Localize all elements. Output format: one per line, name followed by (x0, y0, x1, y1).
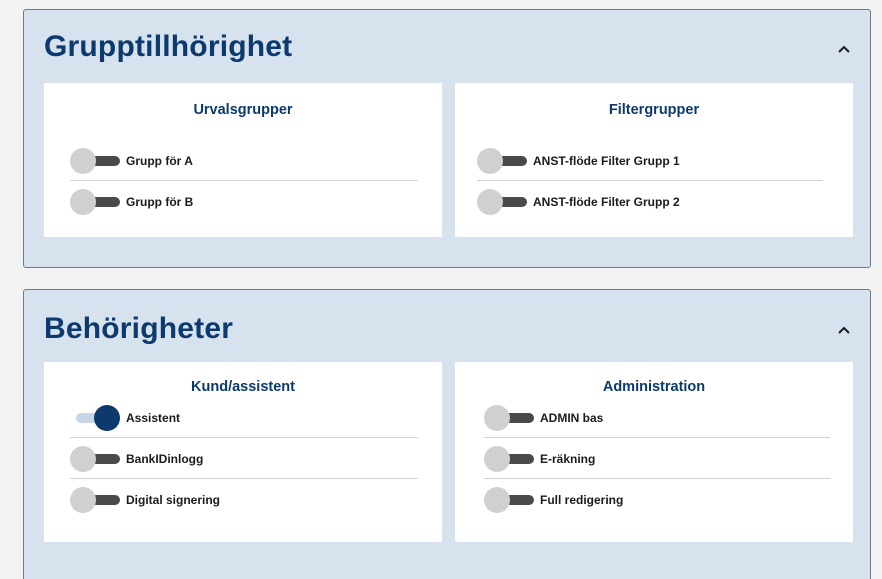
admin-bas-toggle[interactable] (484, 404, 540, 431)
toggle-label: Grupp för A (126, 153, 193, 168)
toggle-row-grupp-a: Grupp för A (70, 141, 418, 181)
bankidinlogg-toggle[interactable] (70, 445, 126, 472)
customer-assistant-title: Kund/assistent (191, 379, 295, 395)
toggle-row-grupp-b: Grupp för B (70, 182, 418, 222)
permissions-title: Behörigheter (44, 312, 234, 345)
filter-grupp-1-toggle[interactable] (477, 147, 533, 174)
filter-grupp-2-toggle[interactable] (477, 189, 533, 215)
chevron-up-icon[interactable] (836, 322, 852, 338)
toggle-row-full-redigering: Full redigering (484, 480, 830, 520)
toggle-row-filter-grupp-2: ANST-flöde Filter Grupp 2 (477, 182, 823, 222)
filter-groups-title: Filtergrupper (608, 102, 700, 118)
toggle-label: E-räkning (540, 451, 596, 466)
selection-groups-title: Urvalsgrupper (193, 102, 293, 118)
grupp-a-toggle[interactable] (70, 147, 126, 174)
toggle-row-e-rakning: E-räkning (484, 439, 830, 479)
toggle-row-assistent: Assistent (70, 398, 418, 438)
grupp-b-toggle[interactable] (70, 189, 126, 215)
customer-assistant-card: Kund/assistent Assistent BankIDinlogg Di… (44, 362, 442, 542)
selection-groups-card: Urvalsgrupper Grupp för A Grupp för B (44, 83, 442, 237)
full-redigering-toggle[interactable] (484, 487, 540, 513)
toggle-label: Digital signering (126, 493, 221, 507)
administration-card: Administration ADMIN bas E-räkning Full … (455, 362, 853, 542)
assistent-toggle[interactable] (70, 404, 126, 431)
digital-signering-toggle[interactable] (70, 487, 126, 513)
toggle-label: BankIDinlogg (126, 451, 204, 466)
toggle-label: Assistent (126, 410, 181, 425)
toggle-label: ADMIN bas (540, 410, 604, 425)
toggle-label: Grupp för B (126, 195, 194, 209)
toggle-row-filter-grupp-1: ANST-flöde Filter Grupp 1 (477, 141, 823, 181)
toggle-label: ANST-flöde Filter Grupp 2 (533, 195, 680, 209)
filter-groups-card: Filtergrupper ANST-flöde Filter Grupp 1 … (455, 83, 853, 237)
permissions-panel: Behörigheter Kund/assistent Assistent Ba… (23, 289, 871, 579)
toggle-row-digital-signering: Digital signering (70, 480, 418, 520)
toggle-row-admin-bas: ADMIN bas (484, 398, 830, 438)
chevron-up-icon[interactable] (836, 41, 852, 57)
administration-title: Administration (602, 379, 706, 395)
toggle-row-bankidinlogg: BankIDinlogg (70, 439, 418, 479)
group-membership-title: Grupptillhörighet (44, 30, 293, 63)
group-membership-panel: Grupptillhörighet Urvalsgrupper Grupp fö… (23, 9, 871, 268)
toggle-label: Full redigering (540, 493, 624, 507)
e-rakning-toggle[interactable] (484, 445, 540, 472)
toggle-label: ANST-flöde Filter Grupp 1 (533, 153, 680, 168)
